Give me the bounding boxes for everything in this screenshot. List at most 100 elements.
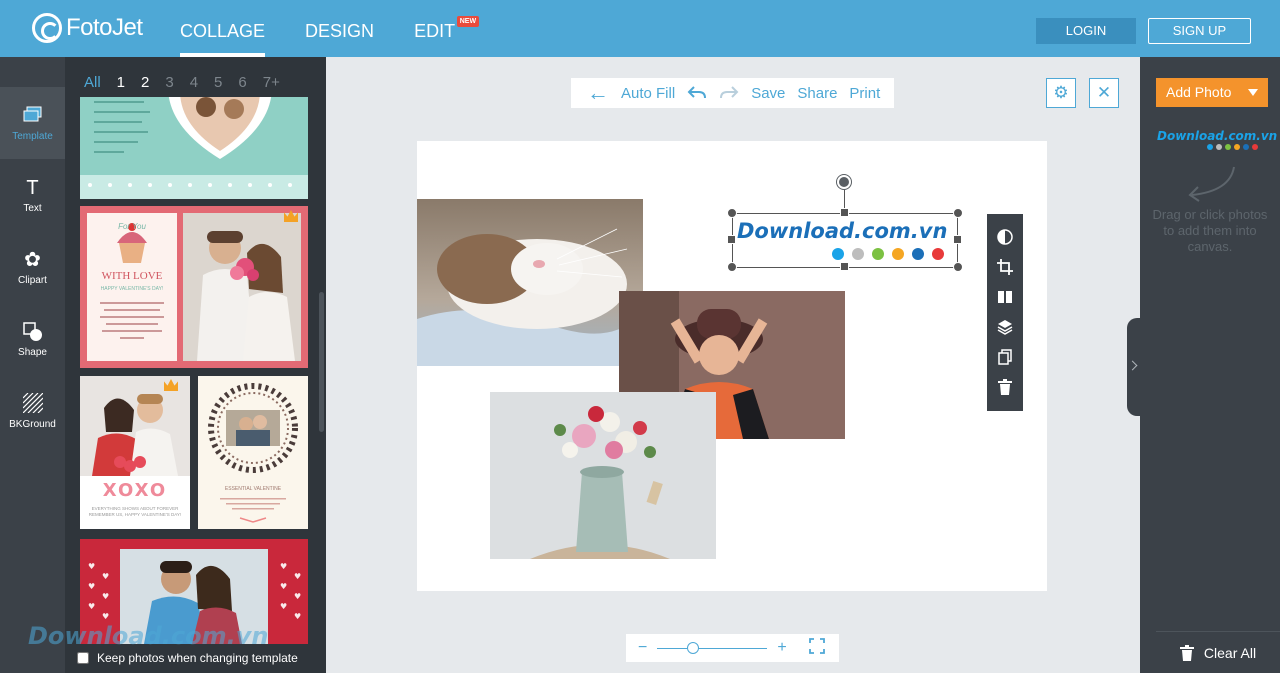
- filter-7plus[interactable]: 7+: [263, 74, 280, 91]
- thumb-text: ESSENTIAL VALENTINE: [224, 486, 282, 492]
- zoom-slider[interactable]: [657, 641, 768, 654]
- zoom-control: − +: [626, 634, 839, 662]
- zoom-slider-knob[interactable]: [687, 641, 700, 654]
- canvas-toolbar: ← Auto Fill Save Share Print: [571, 78, 894, 108]
- save-button[interactable]: Save: [751, 85, 785, 102]
- settings-button[interactable]: ⚙: [1046, 78, 1076, 108]
- tab-edit[interactable]: EDIT NEW: [414, 0, 480, 57]
- resize-handle-se[interactable]: [953, 262, 963, 272]
- gear-icon: ⚙: [1053, 83, 1069, 102]
- flip-button[interactable]: [987, 282, 1023, 312]
- template-thumb-hearts[interactable]: ♥ ♥ ♥ ♥ ♥ ♥ ♥ ♥ ♥ ♥ ♥ ♥: [80, 539, 308, 644]
- photo-flowers[interactable]: [490, 392, 716, 559]
- template-thumb-wreath[interactable]: ESSENTIAL VALENTINE: [198, 376, 308, 529]
- print-button[interactable]: Print: [849, 85, 880, 102]
- filter-3[interactable]: 3: [165, 74, 173, 91]
- rail-item-label: Clipart: [18, 275, 47, 286]
- color-dot: [1243, 144, 1249, 150]
- text-icon: T: [26, 177, 39, 199]
- svg-text:♥: ♥: [88, 562, 95, 571]
- resize-handle-ne[interactable]: [953, 208, 963, 218]
- premium-crown-icon: [284, 210, 298, 222]
- collapse-right-panel-tab[interactable]: [1127, 318, 1141, 416]
- svg-text:♥: ♥: [294, 572, 301, 581]
- element-context-toolbar: [987, 214, 1023, 411]
- add-photo-button[interactable]: Add Photo: [1156, 78, 1268, 107]
- signup-button[interactable]: SIGN UP: [1148, 18, 1251, 44]
- add-photo-label: Add Photo: [1166, 84, 1232, 100]
- rotate-handle[interactable]: [837, 175, 851, 189]
- rail-item-template[interactable]: Template: [0, 87, 65, 159]
- svg-text:♥: ♥: [88, 582, 95, 591]
- undo-button[interactable]: [687, 85, 707, 101]
- template-thumb-cupcake[interactable]: For You WITH LOVE HAPPY VALENTINE'S DAY!: [80, 206, 308, 368]
- filter-2[interactable]: 2: [141, 74, 149, 91]
- close-canvas-button[interactable]: ✕: [1089, 78, 1119, 108]
- color-dot: [1225, 144, 1231, 150]
- tool-rail: Template T Text ✿ Clipart Shape BKGround: [0, 57, 65, 673]
- workspace: ← Auto Fill Save Share Print ⚙ ✕ Downloa…: [326, 57, 1140, 673]
- duplicate-button[interactable]: [987, 342, 1023, 372]
- crop-button[interactable]: [987, 252, 1023, 282]
- layers-icon: [0, 105, 65, 127]
- close-icon: ✕: [1096, 83, 1112, 102]
- resize-handle-e[interactable]: [953, 235, 962, 244]
- redo-button[interactable]: [719, 85, 739, 101]
- collage-canvas[interactable]: Download.com.vn: [417, 141, 1047, 591]
- fullscreen-button[interactable]: [808, 637, 825, 659]
- tab-label: DESIGN: [305, 21, 375, 41]
- layer-button[interactable]: [987, 312, 1023, 342]
- fotojet-logo[interactable]: FotoJet: [32, 13, 143, 43]
- filter-1[interactable]: 1: [117, 74, 125, 91]
- filter-6[interactable]: 6: [238, 74, 246, 91]
- clear-all-button[interactable]: Clear All: [1156, 631, 1280, 661]
- app-header: FotoJet COLLAGE DESIGN EDIT NEW LOGIN SIG…: [0, 0, 1280, 57]
- tab-design[interactable]: DESIGN: [305, 0, 374, 57]
- logo-icon: [32, 13, 62, 43]
- thumb-text: WITH LOVE: [101, 270, 163, 282]
- resize-handle-n[interactable]: [840, 208, 849, 217]
- selection-box[interactable]: [732, 213, 958, 268]
- filter-all[interactable]: All: [84, 74, 101, 91]
- zoom-in-button[interactable]: +: [777, 639, 786, 657]
- tab-collage[interactable]: COLLAGE: [180, 0, 266, 57]
- layers-stack-icon: [997, 320, 1013, 335]
- login-button[interactable]: LOGIN: [1036, 18, 1136, 44]
- share-button[interactable]: Share: [797, 85, 837, 102]
- svg-text:♥: ♥: [280, 562, 287, 571]
- fullscreen-icon: [808, 637, 825, 654]
- hatch-icon: [0, 392, 65, 415]
- photo-cat[interactable]: [417, 199, 643, 366]
- template-thumb-heart[interactable]: [80, 97, 308, 199]
- resize-handle-sw[interactable]: [727, 262, 737, 272]
- clear-all-label: Clear All: [1203, 645, 1257, 661]
- new-badge: NEW: [456, 16, 480, 27]
- rail-item-text[interactable]: T Text: [0, 159, 65, 231]
- color-dot: [1234, 144, 1240, 150]
- zoom-out-button[interactable]: −: [638, 639, 647, 657]
- rail-item-label: Template: [12, 131, 53, 142]
- tab-label: EDIT: [414, 21, 456, 41]
- brand-color-dots: [1207, 144, 1258, 150]
- crop-icon: [997, 259, 1013, 275]
- delete-button[interactable]: [987, 372, 1023, 402]
- adjust-button[interactable]: [987, 222, 1023, 252]
- resize-handle-w[interactable]: [727, 235, 736, 244]
- keep-photos-option[interactable]: Keep photos when changing template: [77, 651, 298, 665]
- photo-panel: Add Photo Download.com.vn Drag or click …: [1140, 57, 1280, 673]
- thumb-text: For You: [118, 222, 146, 231]
- resize-handle-s[interactable]: [840, 262, 849, 271]
- contrast-icon: [997, 229, 1013, 245]
- arrow-left-icon: ←: [587, 80, 609, 105]
- filter-5[interactable]: 5: [214, 74, 222, 91]
- autofill-button[interactable]: ← Auto Fill: [587, 80, 675, 105]
- template-panel: All 1 2 3 4 5 6 7+ For You WITH LOVE HAP…: [65, 57, 326, 673]
- rail-item-shape[interactable]: Shape: [0, 303, 65, 375]
- keep-photos-checkbox[interactable]: [77, 652, 89, 664]
- rail-item-clipart[interactable]: ✿ Clipart: [0, 231, 65, 303]
- rail-item-bkground[interactable]: BKGround: [0, 375, 65, 447]
- resize-handle-nw[interactable]: [727, 208, 737, 218]
- template-scrollbar[interactable]: [319, 292, 324, 432]
- template-thumb-xoxo[interactable]: XOXO EVERYTHING SHOWS ABOUT FOREVER REME…: [80, 376, 190, 529]
- filter-4[interactable]: 4: [190, 74, 198, 91]
